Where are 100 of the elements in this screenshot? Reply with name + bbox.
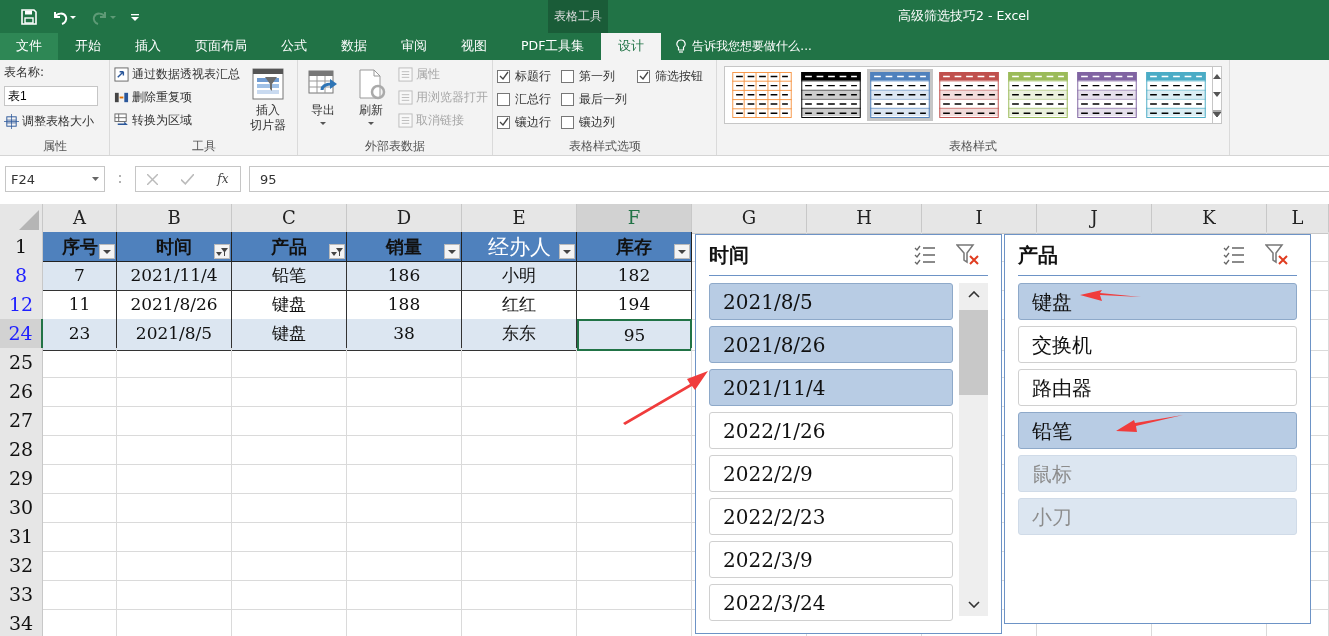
caret-icon bbox=[320, 122, 326, 125]
row-header[interactable]: 34 bbox=[0, 609, 43, 636]
slicer-item[interactable]: 2021/8/5 bbox=[709, 283, 953, 320]
refresh-button[interactable]: 刷新 bbox=[350, 64, 392, 138]
row-header[interactable]: 27 bbox=[0, 406, 43, 436]
group-label: 表格样式 bbox=[948, 138, 998, 155]
row-header[interactable]: 26 bbox=[0, 377, 43, 407]
row-header[interactable]: 1 bbox=[0, 232, 43, 262]
slicer-item[interactable]: 交换机 bbox=[1018, 326, 1297, 363]
dropdown-button[interactable] bbox=[99, 244, 115, 259]
ribbon-tab[interactable]: 设计 bbox=[601, 33, 662, 60]
ribbon-tab[interactable]: 数据 bbox=[324, 33, 384, 60]
filter-button[interactable] bbox=[329, 244, 345, 259]
scroll-down-icon[interactable] bbox=[967, 601, 980, 608]
slicer-item[interactable]: 2021/11/4 bbox=[709, 369, 953, 406]
scroll-up-icon[interactable] bbox=[1213, 73, 1221, 79]
more-icon[interactable] bbox=[1213, 109, 1221, 117]
scroll-down-icon[interactable] bbox=[1213, 91, 1221, 97]
export-button[interactable]: 导出 bbox=[302, 64, 344, 138]
row-header[interactable]: 28 bbox=[0, 435, 43, 465]
table-header: 库存 bbox=[616, 234, 652, 259]
slicer-item[interactable]: 2022/3/9 bbox=[709, 541, 953, 578]
column-header[interactable]: A bbox=[43, 204, 117, 234]
ribbon-button[interactable]: 通过数据透视表汇总 bbox=[114, 64, 240, 84]
row-header[interactable]: 25 bbox=[0, 348, 43, 378]
style-option-checkbox[interactable]: 标题行 bbox=[497, 66, 551, 86]
column-header[interactable]: I bbox=[922, 204, 1037, 234]
column-header[interactable]: C bbox=[232, 204, 347, 234]
slicer-item[interactable]: 2022/3/24 bbox=[709, 584, 953, 621]
column-header[interactable]: D bbox=[347, 204, 462, 234]
column-header[interactable]: E bbox=[462, 204, 577, 234]
slicer-item[interactable]: 2022/1/26 bbox=[709, 412, 953, 449]
ribbon-button[interactable]: 转换为区域 bbox=[114, 110, 240, 130]
row-header[interactable]: 33 bbox=[0, 580, 43, 610]
ribbon-tab[interactable]: 审阅 bbox=[384, 33, 444, 60]
table-style-swatch[interactable] bbox=[867, 69, 933, 121]
column-header[interactable]: K bbox=[1152, 204, 1267, 234]
style-option-checkbox[interactable]: 筛选按钮 bbox=[637, 66, 703, 86]
ribbon-button[interactable]: 删除重复项 bbox=[114, 87, 240, 107]
slicer-item[interactable]: 2022/2/23 bbox=[709, 498, 953, 535]
row-header[interactable]: 32 bbox=[0, 551, 43, 581]
slicer-item[interactable]: 铅笔 bbox=[1018, 412, 1297, 449]
tell-me-field[interactable]: 告诉我您想要做什么... bbox=[692, 38, 812, 55]
row-header[interactable]: 30 bbox=[0, 493, 43, 523]
ribbon-tab[interactable]: 插入 bbox=[118, 33, 178, 60]
column-header[interactable]: B bbox=[117, 204, 232, 234]
table-style-swatch[interactable] bbox=[936, 69, 1002, 121]
slicer-item[interactable]: 路由器 bbox=[1018, 369, 1297, 406]
row-header[interactable]: 8 bbox=[0, 261, 43, 291]
table-name-field[interactable]: 表1 bbox=[4, 86, 98, 106]
ribbon-tab[interactable]: PDF工具集 bbox=[504, 33, 602, 60]
document-icon bbox=[398, 112, 413, 128]
scroll-up-icon[interactable] bbox=[967, 291, 980, 298]
table-style-swatch[interactable] bbox=[1005, 69, 1071, 121]
resize-table-button[interactable]: 调整表格大小 bbox=[4, 111, 105, 131]
style-option-checkbox[interactable]: 第一列 bbox=[561, 66, 627, 86]
table-style-swatch[interactable] bbox=[729, 69, 795, 121]
triangle-icon bbox=[19, 210, 39, 230]
style-option-checkbox[interactable]: 汇总行 bbox=[497, 89, 551, 109]
caret-icon bbox=[368, 122, 374, 125]
table-style-swatch[interactable] bbox=[798, 69, 864, 121]
dropdown-button[interactable] bbox=[444, 244, 460, 259]
table-style-swatch[interactable] bbox=[1074, 69, 1140, 121]
style-option-checkbox[interactable]: 最后一列 bbox=[561, 89, 627, 109]
dropdown-button[interactable] bbox=[559, 244, 575, 259]
scroll-thumb[interactable] bbox=[959, 310, 988, 395]
insert-slicer-button[interactable]: 插入切片器 bbox=[246, 64, 290, 138]
multi-select-icon[interactable] bbox=[914, 244, 936, 266]
style-option-checkbox[interactable]: 镶边行 bbox=[497, 112, 551, 132]
scrollbar[interactable] bbox=[959, 283, 988, 616]
customize-icon[interactable] bbox=[131, 12, 139, 21]
ribbon-tab[interactable]: 公式 bbox=[264, 33, 324, 60]
column-header[interactable]: J bbox=[1037, 204, 1152, 234]
column-header[interactable]: L bbox=[1267, 204, 1329, 234]
dropdown-button[interactable] bbox=[674, 244, 690, 259]
slicer-item[interactable]: 2021/8/26 bbox=[709, 326, 953, 363]
ribbon-tab[interactable]: 开始 bbox=[58, 33, 118, 60]
column-header[interactable]: H bbox=[807, 204, 922, 234]
column-header[interactable]: F bbox=[577, 204, 692, 234]
filter-button[interactable] bbox=[214, 244, 230, 259]
style-option-checkbox[interactable]: 镶边列 bbox=[561, 112, 627, 132]
row-header[interactable]: 31 bbox=[0, 522, 43, 552]
name-box[interactable]: F24 bbox=[5, 166, 105, 192]
row-header[interactable]: 24 bbox=[0, 319, 43, 351]
column-header[interactable]: G bbox=[692, 204, 807, 234]
slicer-item[interactable]: 键盘 bbox=[1018, 283, 1297, 320]
group-label: 属性 bbox=[41, 138, 68, 155]
ribbon-tab[interactable]: 视图 bbox=[444, 33, 504, 60]
ribbon-tab[interactable]: 文件 bbox=[0, 33, 58, 60]
clear-filter-icon[interactable] bbox=[956, 244, 980, 266]
save-icon[interactable] bbox=[21, 8, 37, 25]
formula-field[interactable]: 95 bbox=[249, 166, 1329, 192]
ribbon-tab[interactable]: 页面布局 bbox=[178, 33, 264, 60]
slicer-item[interactable]: 2022/2/9 bbox=[709, 455, 953, 492]
insert-function-button[interactable]: fx bbox=[217, 172, 229, 186]
row-header[interactable]: 29 bbox=[0, 464, 43, 494]
multi-select-icon[interactable] bbox=[1223, 244, 1245, 266]
row-header[interactable]: 12 bbox=[0, 290, 43, 320]
clear-filter-icon[interactable] bbox=[1265, 244, 1289, 266]
table-style-swatch[interactable] bbox=[1143, 69, 1209, 121]
